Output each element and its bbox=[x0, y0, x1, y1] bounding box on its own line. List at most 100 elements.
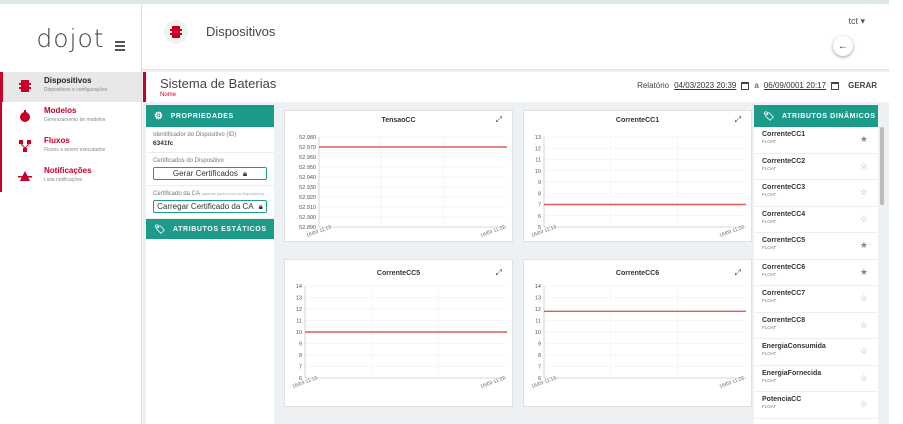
properties-title: PROPRIEDADES bbox=[170, 112, 234, 120]
star-outline-icon[interactable]: ☆ bbox=[860, 293, 868, 304]
scrollbar[interactable] bbox=[880, 127, 884, 205]
device-name-label: Nome bbox=[160, 92, 177, 98]
sidebar-item-desc: Gerenciamento de modelos bbox=[44, 117, 106, 123]
user-menu[interactable]: tct ▾ bbox=[848, 16, 865, 27]
attribute-name: CorrenteCC7 bbox=[762, 290, 806, 297]
sidebar-accent bbox=[0, 102, 2, 132]
dynamic-attribute-item[interactable]: EnergiaConsumida FLOAT ☆ bbox=[754, 339, 878, 366]
star-outline-icon[interactable]: ☆ bbox=[860, 399, 868, 410]
sidebar-item-label: Notificações bbox=[44, 166, 92, 175]
y-tick-label: 7 bbox=[538, 365, 541, 371]
sidebar-item-modelos[interactable]: Modelos Gerenciamento de modelos bbox=[0, 102, 141, 132]
report-label: Relatório bbox=[637, 81, 670, 90]
y-tick-label: 52.980 bbox=[299, 135, 316, 141]
attribute-type: FLOAT bbox=[762, 218, 777, 224]
dynamic-attribute-item[interactable]: CorrenteCC4 FLOAT ☆ bbox=[754, 207, 878, 233]
attribute-name: CorrenteCC4 bbox=[762, 210, 806, 218]
sidebar: dojot Dispositivos Dispositivos e configu… bbox=[0, 4, 142, 424]
report-from-date[interactable]: 04/03/2023 20:39 bbox=[674, 81, 736, 90]
load-ca-certificate-button[interactable]: Carregar Certificado da CA 🔒︎ bbox=[153, 200, 267, 213]
device-icon bbox=[164, 20, 188, 44]
star-outline-icon[interactable]: ☆ bbox=[860, 214, 868, 225]
sidebar-item-fluxos[interactable]: Fluxos Fluxos a serem executados bbox=[0, 132, 141, 162]
generate-certificates-button[interactable]: Gerar Certificados 🔒︎ bbox=[153, 167, 267, 180]
app-root: dojot Dispositivos Dispositivos e configu… bbox=[0, 0, 903, 424]
calendar-icon[interactable] bbox=[831, 81, 840, 90]
star-outline-icon[interactable]: ☆ bbox=[860, 161, 868, 172]
x-tick-label: 16/03 11:22 bbox=[719, 375, 746, 390]
x-tick-label: 16/03 11:22 bbox=[480, 224, 507, 239]
report-to-date[interactable]: 06/09/0001 20:17 bbox=[764, 81, 826, 90]
x-tick-label: 16/03 11:22 bbox=[480, 375, 507, 390]
chart-svg: 1413121110987616/03 11:13 16/03 11:22 bbox=[531, 284, 746, 390]
chart-svg: 52.980 52.970 52.960 52.950 52.940 52.930 52.9… bbox=[299, 135, 507, 239]
attribute-type: FLOAT bbox=[762, 271, 777, 277]
chart-card: CorrenteCC1 ⤢ 13 12 11 10 9 8 7 6 5 16/03 11:13 16… bbox=[523, 110, 752, 242]
attribute-name: CorrenteCC1 bbox=[762, 131, 806, 138]
template-icon bbox=[20, 110, 30, 122]
device-id-block: Identificador do Dispositivo (ID) 6341fc bbox=[146, 127, 274, 153]
y-tick-label: 52.910 bbox=[299, 205, 316, 211]
x-tick-label: 16/03 11:22 bbox=[719, 224, 746, 239]
attribute-type: FLOAT bbox=[762, 377, 777, 383]
sidebar-item-dispositivos[interactable]: Dispositivos Dispositivos e configurações bbox=[0, 72, 141, 102]
star-outline-icon[interactable]: ☆ bbox=[860, 346, 868, 357]
dynamic-attributes-panel: 🏷︎ ATRIBUTOS DINÂMICOS CorrenteCC1 FLOAT ★ C… bbox=[754, 105, 878, 424]
device-name: Sistema de Baterias bbox=[160, 76, 277, 91]
sidebar-item-desc: Dispositivos e configurações bbox=[44, 87, 108, 93]
load-ca-label: Carregar Certificado da CA bbox=[157, 202, 254, 211]
y-tick-label: 11 bbox=[535, 319, 541, 325]
attribute-type: FLOAT bbox=[762, 298, 777, 303]
flow-icon bbox=[19, 140, 31, 152]
ca-block: Certificado da CA (apenas para todos os … bbox=[146, 186, 274, 219]
generate-report-button[interactable]: GERAR bbox=[848, 81, 877, 90]
dynamic-attribute-item[interactable]: CorrenteCC8 FLOAT ☆ bbox=[754, 313, 878, 339]
dynamic-attributes-list: CorrenteCC1 FLOAT ★ CorrenteCC2 FLOAT ☆ Corren… bbox=[754, 127, 878, 419]
logo-area: dojot bbox=[0, 4, 141, 72]
report-controls: Relatório 04/03/2023 20:39 a 06/09/0001 … bbox=[637, 81, 877, 90]
dynamic-attribute-item[interactable]: CorrenteCC2 FLOAT ☆ bbox=[754, 154, 878, 180]
dynamic-attribute-item[interactable]: CorrenteCC3 FLOAT ☆ bbox=[754, 180, 878, 207]
star-filled-icon[interactable]: ★ bbox=[860, 134, 868, 145]
star-outline-icon[interactable]: ☆ bbox=[860, 320, 868, 331]
star-outline-icon[interactable]: ☆ bbox=[860, 187, 868, 198]
dynamic-attribute-item[interactable]: PotenciaCC FLOAT ☆ bbox=[754, 392, 878, 419]
y-tick-label: 8 bbox=[299, 353, 302, 359]
sidebar-item-notificacoes[interactable]: Notificações Lista notificações bbox=[0, 162, 141, 192]
lock-icon: 🔒︎ bbox=[258, 201, 263, 211]
device-id-label: Identificador do Dispositivo (ID) bbox=[153, 132, 237, 138]
star-outline-icon[interactable]: ☆ bbox=[860, 373, 868, 384]
y-tick-label: 7 bbox=[538, 203, 541, 209]
y-tick-label: 8 bbox=[538, 353, 541, 359]
dynamic-attribute-item[interactable]: CorrenteCC5 FLOAT ★ bbox=[754, 233, 878, 260]
sidebar-item-desc: Lista notificações bbox=[44, 177, 83, 183]
ca-label-text: Certificado da CA bbox=[153, 191, 200, 197]
star-filled-icon[interactable]: ★ bbox=[860, 240, 868, 251]
dynamic-attribute-item[interactable]: EnergiaFornecida FLOAT ☆ bbox=[754, 366, 878, 392]
sidebar-item-label: Fluxos bbox=[44, 136, 70, 145]
y-tick-label: 7 bbox=[299, 365, 302, 371]
dynamic-attributes-header: 🏷︎ ATRIBUTOS DINÂMICOS bbox=[754, 105, 878, 127]
device-icon bbox=[19, 80, 31, 92]
caret-down-icon: ▾ bbox=[860, 16, 865, 26]
attribute-type: FLOAT bbox=[762, 351, 777, 356]
attribute-type: FLOAT bbox=[762, 245, 777, 250]
y-tick-label: 11 bbox=[296, 319, 302, 325]
dynamic-attribute-item[interactable]: CorrenteCC1 FLOAT ★ bbox=[754, 127, 878, 154]
dynamic-attribute-item[interactable]: CorrenteCC6 FLOAT ★ bbox=[754, 260, 878, 286]
y-tick-label: 52.920 bbox=[299, 195, 316, 201]
calendar-icon[interactable] bbox=[741, 81, 750, 90]
dynamic-attribute-item[interactable]: CorrenteCC7 FLOAT ☆ bbox=[754, 286, 878, 313]
chart-svg: 1413121110987616/03 11:13 16/03 11:22 bbox=[292, 284, 507, 390]
star-filled-icon[interactable]: ★ bbox=[860, 267, 868, 278]
chart-svg: 131211109876516/03 11:13 16/03 11:22 bbox=[531, 135, 746, 239]
attribute-name: CorrenteCC2 bbox=[762, 157, 806, 165]
y-tick-label: 9 bbox=[299, 342, 302, 348]
y-tick-label: 10 bbox=[535, 169, 541, 175]
y-tick-label: 13 bbox=[296, 296, 302, 302]
menu-icon[interactable] bbox=[115, 41, 125, 53]
right-edge-strip bbox=[889, 0, 903, 424]
attribute-name: CorrenteCC3 bbox=[762, 184, 806, 191]
static-attributes-header[interactable]: 🏷︎ ATRIBUTOS ESTÁTICOS bbox=[146, 219, 274, 239]
back-button[interactable]: ← bbox=[833, 36, 853, 56]
